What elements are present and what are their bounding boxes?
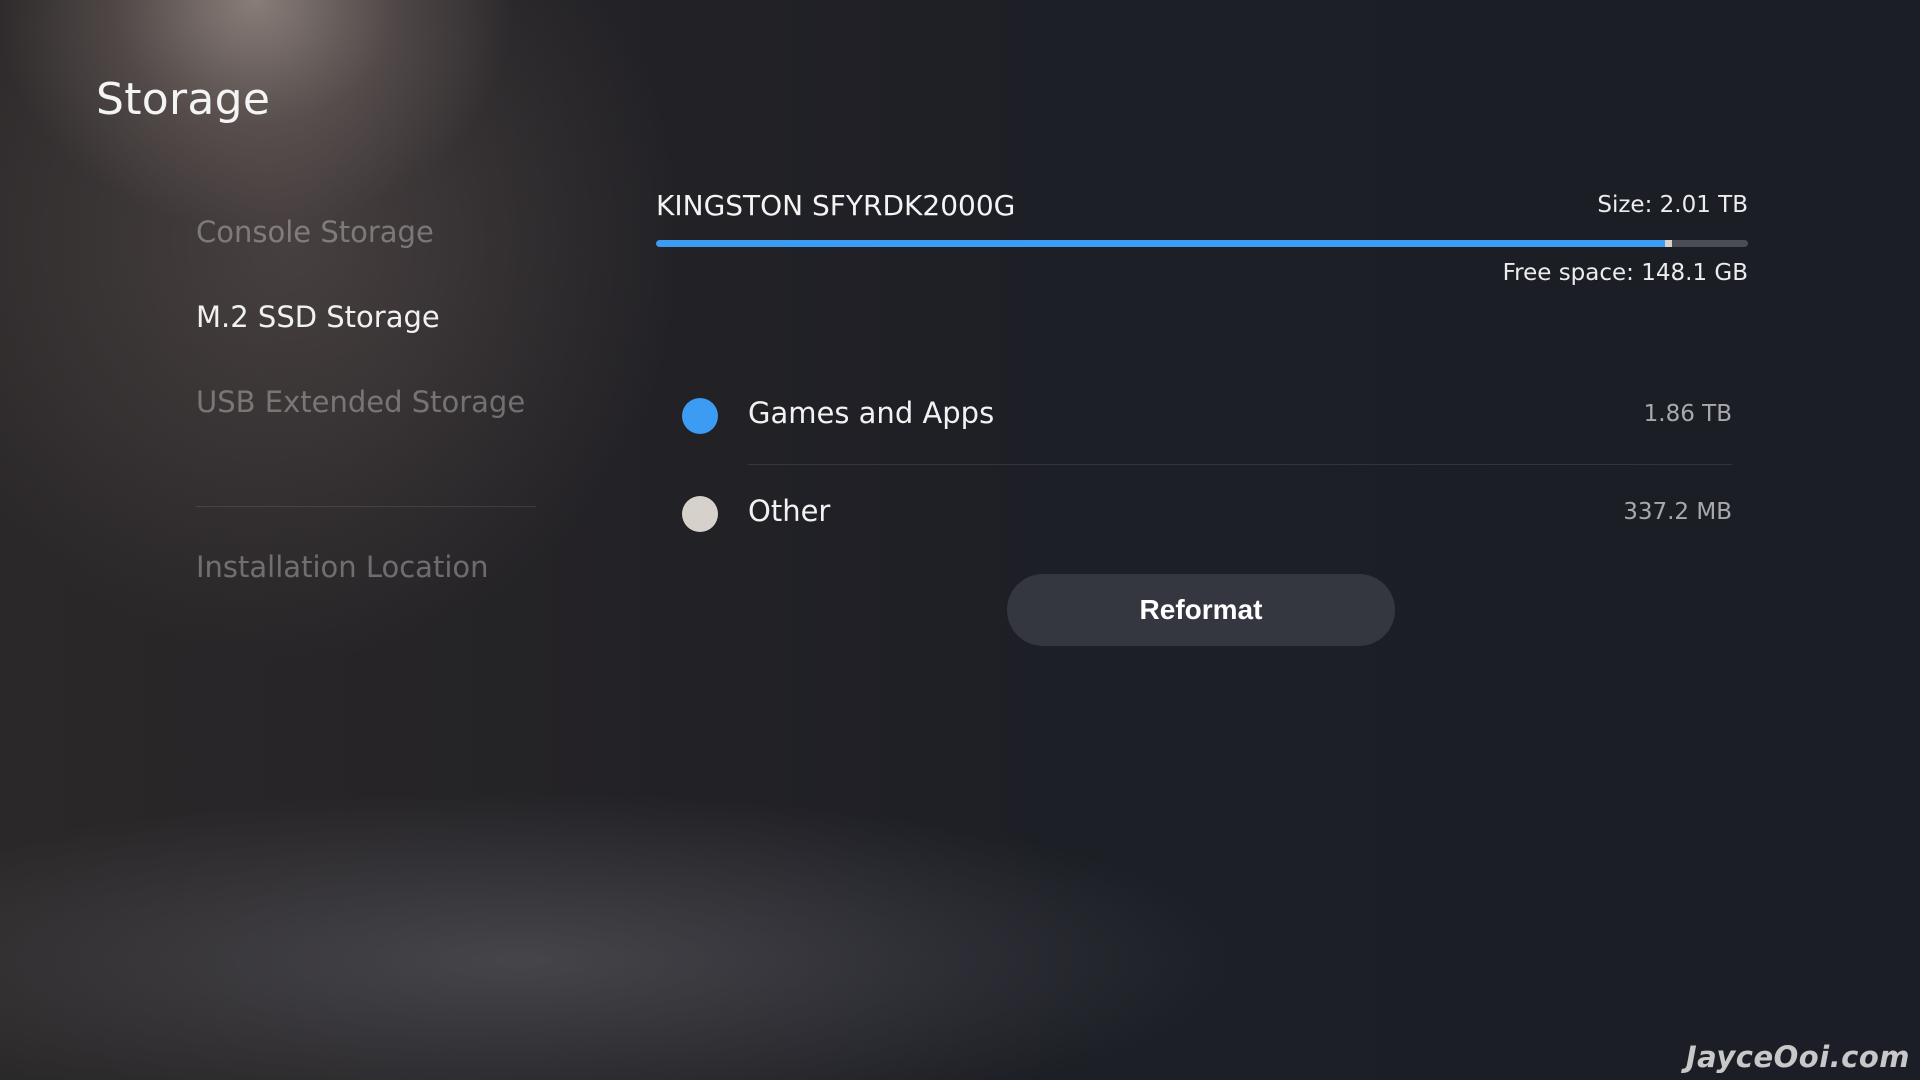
other-color-dot-icon bbox=[682, 496, 718, 532]
reformat-button[interactable]: Reformat bbox=[1007, 574, 1395, 646]
category-label: Games and Apps bbox=[748, 396, 995, 430]
drive-name: KINGSTON SFYRDK2000G bbox=[656, 189, 1016, 222]
free-space-label: Free space: bbox=[1502, 260, 1634, 286]
category-size: 1.86 TB bbox=[1643, 401, 1732, 427]
watermark-logo: JayceOoi.com bbox=[1685, 1040, 1910, 1074]
storage-details-panel: KINGSTON SFYRDK2000G Size: 2.01 TB Free … bbox=[656, 180, 1748, 700]
category-label: Other bbox=[748, 494, 831, 528]
sidebar-item-m2-ssd-storage[interactable]: M.2 SSD Storage bbox=[196, 300, 440, 334]
drive-size-value: 2.01 TB bbox=[1659, 192, 1748, 218]
category-row-games-and-apps[interactable]: Games and Apps 1.86 TB bbox=[656, 367, 1748, 465]
free-space: Free space: 148.1 GB bbox=[1503, 260, 1748, 286]
free-space-value: 148.1 GB bbox=[1641, 260, 1748, 286]
drive-size: Size: 2.01 TB bbox=[1597, 192, 1748, 218]
usage-bar-games-segment bbox=[656, 240, 1665, 247]
sidebar-item-console-storage[interactable]: Console Storage bbox=[196, 215, 434, 249]
page-title: Storage bbox=[96, 74, 271, 125]
category-row-other[interactable]: Other 337.2 MB bbox=[656, 465, 1748, 563]
sidebar-item-usb-extended-storage[interactable]: USB Extended Storage bbox=[196, 385, 525, 419]
usage-bar-other-segment bbox=[1665, 240, 1672, 247]
sidebar-divider bbox=[196, 506, 536, 507]
category-size: 337.2 MB bbox=[1623, 499, 1732, 525]
drive-size-label: Size: bbox=[1597, 192, 1653, 218]
sidebar-item-installation-location[interactable]: Installation Location bbox=[196, 550, 489, 584]
storage-usage-bar bbox=[656, 240, 1748, 247]
games-and-apps-color-dot-icon bbox=[682, 398, 718, 434]
